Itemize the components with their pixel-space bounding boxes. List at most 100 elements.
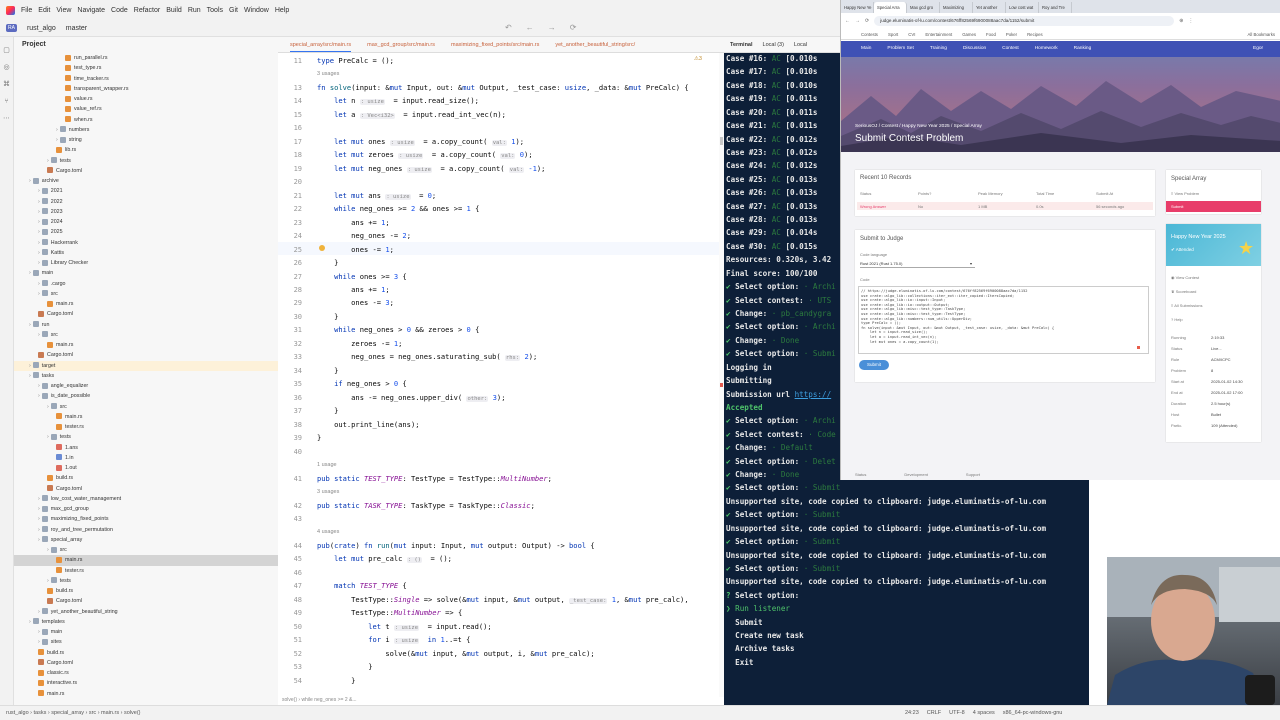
status-item[interactable]: x86_64-pc-windows-gnu	[1003, 710, 1063, 716]
menu-item-edit[interactable]: Edit	[38, 7, 50, 14]
menu-item-refactor[interactable]: Refactor	[134, 7, 160, 14]
project-tool-icon[interactable]: ▢	[0, 46, 13, 54]
code-line[interactable]: ans += 1;	[317, 285, 389, 294]
chevron-icon[interactable]: ›	[38, 209, 40, 215]
editor-tab[interactable]: max_gcd_group/src/main.rs	[367, 42, 435, 52]
bookmark-item[interactable]: Entertainment	[925, 32, 952, 39]
file-item[interactable]: test_type.rs	[14, 63, 278, 73]
folder-item[interactable]: › Library Checker	[14, 258, 278, 268]
usage-hint[interactable]: 4 usages	[317, 529, 339, 535]
chevron-icon[interactable]: ›	[38, 260, 40, 266]
chevron-icon[interactable]: ›	[38, 281, 40, 287]
folder-item[interactable]: › tests	[14, 156, 278, 166]
chevron-icon[interactable]: ›	[47, 404, 49, 410]
chevron-icon[interactable]: ›	[29, 178, 31, 184]
bookmark-item[interactable]: Contests	[861, 32, 878, 39]
code-line[interactable]: let mut pre_calc : () = ();	[317, 554, 452, 564]
code-line[interactable]: ones -= 3;	[317, 298, 394, 307]
menu-item-navigate[interactable]: Navigate	[77, 7, 105, 14]
file-item[interactable]: run_parallel.rs	[14, 53, 278, 63]
file-item[interactable]: build.rs	[14, 586, 278, 596]
submit-button[interactable]: Submit	[859, 360, 889, 370]
code-line[interactable]: while neg_ones >= 2 && ones >= 1 {	[317, 204, 479, 213]
folder-item[interactable]: › roy_and_tree_permutation	[14, 525, 278, 535]
footer-link[interactable]: Support	[966, 472, 980, 480]
code-line[interactable]: let mut neg_ones : usize = a.copy_count(…	[317, 164, 545, 173]
record-row[interactable]: Wrong Answer No 1 MB 0.0s 56 seconds ago	[857, 202, 1153, 210]
code-line[interactable]: }	[317, 662, 372, 671]
folder-item[interactable]: › src	[14, 330, 278, 340]
folder-item[interactable]: › 2024	[14, 217, 278, 227]
code-breadcrumbs[interactable]: solve() › while neg_ones >= 2 &...	[278, 697, 724, 705]
resize-handle-icon[interactable]	[1137, 346, 1140, 349]
code-line[interactable]: ans += 1;	[317, 218, 389, 227]
menu-item-view[interactable]: View	[56, 7, 71, 14]
file-item[interactable]: time_tracker.rs	[14, 74, 278, 84]
chevron-icon[interactable]: ›	[38, 188, 40, 194]
back-icon[interactable]: ←	[526, 23, 534, 32]
code-line[interactable]: match TEST_TYPE {	[317, 581, 407, 590]
terminal-menu-option[interactable]: Exit	[726, 658, 753, 667]
chevron-icon[interactable]: ›	[38, 629, 40, 635]
file-item[interactable]: 1.ans	[14, 443, 278, 453]
folder-item[interactable]: › main	[14, 627, 278, 637]
code-line[interactable]: let n : usize = input.read_size();	[317, 96, 479, 106]
menu-item-file[interactable]: File	[21, 7, 32, 14]
folder-item[interactable]: › max_gcd_group	[14, 504, 278, 514]
code-line[interactable]: while ones >= 3 {	[317, 272, 407, 281]
file-item[interactable]: transparent_wrapper.rs	[14, 84, 278, 94]
usage-hint[interactable]: 3 usages	[317, 71, 339, 77]
file-item[interactable]: Cargo.toml	[14, 309, 278, 319]
code-line[interactable]: }	[317, 433, 321, 442]
code-line[interactable]: TestType::Single => solve(&mut input, &m…	[317, 595, 689, 604]
folder-item[interactable]: › src	[14, 289, 278, 299]
code-textarea[interactable]: // https://judge.eluminatis-of-lu.com/co…	[858, 286, 1149, 354]
warning-counter[interactable]: ⚠3	[694, 56, 702, 62]
folder-item[interactable]: › sites	[14, 637, 278, 647]
all-bookmarks[interactable]: All Bookmarks	[1248, 32, 1275, 39]
footer-link[interactable]: Status	[855, 472, 866, 480]
chevron-icon[interactable]: ›	[38, 393, 40, 399]
folder-item[interactable]: › templates	[14, 617, 278, 627]
file-item[interactable]: Cargo.toml	[14, 596, 278, 606]
extensions-icon[interactable]: ⊕	[1179, 18, 1183, 24]
folder-item[interactable]: › special_array	[14, 535, 278, 545]
chevron-icon[interactable]: ›	[38, 199, 40, 205]
terminal-menu-option[interactable]: Submit	[726, 618, 762, 627]
browser-tab[interactable]: Max gcd gro	[907, 2, 940, 13]
chevron-icon[interactable]: ›	[38, 639, 40, 645]
usage-hint[interactable]: 3 usages	[317, 489, 339, 495]
code-line[interactable]: ones -= 1;	[317, 245, 394, 254]
chevron-icon[interactable]: ›	[38, 240, 40, 246]
browser-tab[interactable]: Low cost wat	[1006, 2, 1039, 13]
code-line[interactable]: neg_ones -= 2;	[317, 231, 411, 240]
chevron-icon[interactable]: ›	[38, 383, 40, 389]
folder-item[interactable]: › maximizing_fixed_points	[14, 514, 278, 524]
site-nav-item[interactable]: Discussion	[963, 46, 986, 57]
file-item[interactable]: value_ref.rs	[14, 104, 278, 114]
file-item[interactable]: classic.rs	[14, 668, 278, 678]
folder-item[interactable]: › 2021	[14, 186, 278, 196]
code-line[interactable]: pub(crate) fn run(mut input: Input, mut …	[317, 541, 595, 550]
folder-item[interactable]: › tests	[14, 432, 278, 442]
folder-item[interactable]: › 2022	[14, 197, 278, 207]
code-line[interactable]: }	[317, 258, 338, 267]
project-tree[interactable]: run_parallel.rs test_type.rs time_tracker.…	[14, 53, 278, 705]
chevron-icon[interactable]: ›	[38, 332, 40, 338]
browser-tab[interactable]: Special Arra	[874, 2, 907, 13]
folder-item[interactable]: › src	[14, 402, 278, 412]
bookmark-item[interactable]: Recipes	[1027, 32, 1043, 39]
code-line[interactable]: type PreCalc = ();	[317, 56, 394, 65]
chevron-icon[interactable]: ›	[38, 229, 40, 235]
code-line[interactable]: }	[317, 406, 338, 415]
file-item[interactable]: Cargo.toml	[14, 166, 278, 176]
commit-tool-icon[interactable]: ◎	[0, 63, 13, 71]
side-link[interactable]: ◉ View Contest	[1171, 271, 1261, 285]
chevron-icon[interactable]: ›	[38, 291, 40, 297]
folder-item[interactable]: › low_cost_water_management	[14, 494, 278, 504]
status-item[interactable]: UTF-8	[949, 710, 965, 716]
status-item[interactable]: 24:23	[905, 710, 919, 716]
code-line[interactable]: neg_ones = neg_ones.saturating_sub( rhs:…	[317, 352, 537, 362]
bookmark-item[interactable]: Sport	[888, 32, 898, 39]
side-link[interactable]: ≡ All Submissions	[1171, 299, 1261, 313]
